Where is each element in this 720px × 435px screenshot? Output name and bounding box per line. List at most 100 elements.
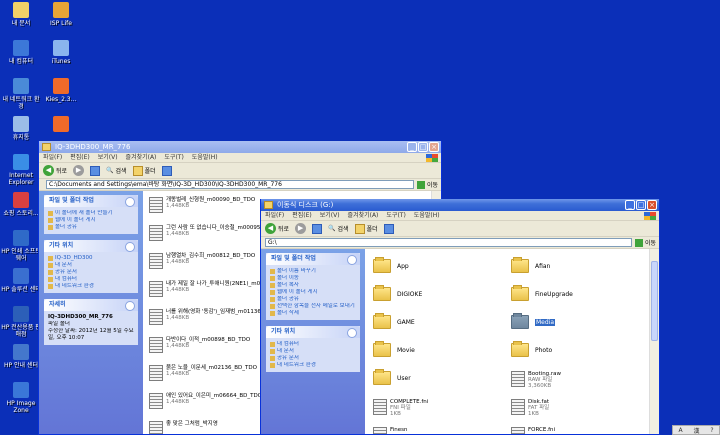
panel-title[interactable]: 파일 및 폴더 작업 <box>266 253 360 265</box>
language-bar[interactable]: A 漢 ? <box>672 425 720 435</box>
task-link[interactable]: 내 문서 <box>48 262 134 269</box>
menu-item[interactable]: 파일(F) <box>265 211 284 220</box>
file-item[interactable]: 애인 있어요_이은미_m06664_BD_TDO 1,448KB <box>149 393 262 409</box>
file-item[interactable]: 다반이다_이적_m00898_BD_TDO 1,448KB <box>149 337 250 353</box>
desktop-icon[interactable]: 내 문서 <box>0 2 42 27</box>
desktop-icon[interactable]: iTunes <box>40 40 82 65</box>
folder-item[interactable]: Afian <box>511 257 550 273</box>
up-folder-icon[interactable] <box>90 165 101 176</box>
folder-item[interactable]: DIGIOKE <box>373 285 422 301</box>
maximize-button[interactable]: □ <box>636 200 646 210</box>
minimize-button[interactable]: _ <box>625 200 635 210</box>
file-item[interactable]: Disk.fat FAT 파일 1KB <box>511 399 549 417</box>
folder-item[interactable]: App <box>373 257 409 273</box>
desktop-icon[interactable]: HP 전산용품 판매점 <box>0 306 42 338</box>
desktop-icon[interactable]: Internet Explorer <box>0 154 42 186</box>
go-button[interactable]: 이동 <box>416 180 441 189</box>
task-link[interactable]: 내 컴퓨터 <box>48 276 134 283</box>
back-button[interactable]: ◀ 뒤로 <box>265 223 289 234</box>
menu-item[interactable]: 도구(T) <box>164 153 183 162</box>
menu-item[interactable]: 보기(V) <box>98 153 118 162</box>
menu-item[interactable]: 즐겨찾기(A) <box>348 211 379 220</box>
menu-item[interactable]: 파일(F) <box>43 153 62 162</box>
task-link[interactable]: 내 문서 <box>270 348 356 355</box>
task-link[interactable]: 공유 문서 <box>270 355 356 362</box>
title-bar[interactable]: IQ-3DHD300_MR_776 _ □ × <box>39 141 441 153</box>
file-item[interactable]: Booting.raw RAW 파일 3,360KB <box>511 371 561 389</box>
task-link[interactable]: 선택한 항목을 전자 메일로 보내기 <box>270 303 356 310</box>
views-icon[interactable] <box>383 223 394 234</box>
desktop-icon[interactable]: HP 인쇄 소프트웨어 <box>0 230 42 262</box>
folder-item[interactable]: FineUpgrade <box>511 285 573 301</box>
task-link[interactable]: 공유 문서 <box>48 269 134 276</box>
address-input[interactable]: G:\ <box>265 238 632 247</box>
menu-item[interactable]: 도움말(H) <box>414 211 440 220</box>
task-link[interactable]: 내 컴퓨터 <box>270 341 356 348</box>
folder-item[interactable]: Movie <box>373 341 415 357</box>
minimize-button[interactable]: _ <box>407 142 417 152</box>
close-button[interactable]: × <box>647 200 657 210</box>
task-link[interactable]: 폴더 삭제 <box>270 310 356 317</box>
title-bar[interactable]: 이동식 디스크 (G:) _ □ × <box>261 199 659 211</box>
input-mode-a[interactable]: A <box>678 427 682 434</box>
panel-title[interactable]: 자세히 <box>44 299 138 311</box>
menu-item[interactable]: 도구(T) <box>386 211 405 220</box>
folder-item[interactable]: User <box>373 369 411 385</box>
close-button[interactable]: × <box>429 142 439 152</box>
panel-title[interactable]: 파일 및 폴더 작업 <box>44 195 138 207</box>
file-item[interactable]: 붉은 노을_이문세_m02136_BD_TDO 1,448KB <box>149 365 257 381</box>
file-item[interactable]: 개똥벌레_신형원_m00090_BD_TDO 1,448KB <box>149 197 255 213</box>
desktop-icon[interactable]: 내 컴퓨터 <box>0 40 42 65</box>
back-button[interactable]: ◀ 뒤로 <box>43 165 67 176</box>
menu-item[interactable]: 도움말(H) <box>192 153 218 162</box>
task-link[interactable]: 웹에 이 폴더 게시 <box>48 217 134 224</box>
desktop-icon[interactable] <box>40 116 82 134</box>
desktop-icon[interactable]: HP 솔루션 센터 <box>0 268 42 293</box>
task-link[interactable]: IQ-3D_HD300 <box>48 255 134 262</box>
file-item[interactable]: COMPLETE.fni FNI 파일 1KB <box>373 399 428 417</box>
task-link[interactable]: 웹에 이 폴더 게시 <box>270 289 356 296</box>
task-link[interactable]: 내 네트워크 환경 <box>270 362 356 369</box>
task-link[interactable]: 폴더 이동 <box>270 275 356 282</box>
folders-button[interactable]: 폴더 <box>132 165 156 176</box>
menu-item[interactable]: 즐겨찾기(A) <box>126 153 157 162</box>
scroll-thumb[interactable] <box>651 261 658 341</box>
task-link[interactable]: 폴더 복사 <box>270 282 356 289</box>
address-input[interactable]: C:\Documents and Settings\ema\바탕 화면\IQ-3… <box>46 180 414 189</box>
desktop-icon[interactable]: HP 안내 센터 <box>0 344 42 369</box>
panel-title[interactable]: 기타 위치 <box>44 240 138 252</box>
forward-button[interactable]: ▶ <box>295 223 307 234</box>
task-link[interactable]: 내 네트워크 환경 <box>48 283 134 290</box>
vertical-scrollbar[interactable] <box>649 249 659 434</box>
up-folder-icon[interactable] <box>312 223 323 234</box>
views-icon[interactable] <box>161 165 172 176</box>
desktop-icon[interactable]: 내 네트워크 환경 <box>0 78 42 110</box>
task-link[interactable]: 폴더 공유 <box>270 296 356 303</box>
help-icon[interactable]: ? <box>710 427 713 434</box>
folder-item[interactable]: Media <box>511 313 556 329</box>
forward-button[interactable]: ▶ <box>73 165 85 176</box>
desktop-icon[interactable]: Kies_2.3... <box>40 78 82 103</box>
desktop-icon[interactable]: 휴지통 <box>0 116 42 141</box>
file-item[interactable]: FORCE.fni <box>511 427 555 434</box>
task-link[interactable]: 폴더 공유 <box>48 224 134 231</box>
folder-item[interactable]: Photo <box>511 341 552 357</box>
file-item[interactable]: 남행열차_김수희_m00812_BD_TDO 1,448KB <box>149 253 255 269</box>
desktop-icon[interactable]: 쇼핑 스토리... <box>0 192 42 217</box>
task-link[interactable]: 폴더 이름 바꾸기 <box>270 268 356 275</box>
search-button[interactable]: 🔍 검색 <box>106 166 127 175</box>
panel-title[interactable]: 기타 위치 <box>266 326 360 338</box>
search-button[interactable]: 🔍 검색 <box>328 224 349 233</box>
menu-item[interactable]: 편집(E) <box>292 211 312 220</box>
go-button[interactable]: 이동 <box>634 238 659 247</box>
file-item[interactable]: 좋 맞은 그처럼_박지영 <box>149 421 218 434</box>
task-link[interactable]: 이 폴더에 새 폴더 만들기 <box>48 210 134 217</box>
folders-button[interactable]: 폴더 <box>354 223 378 234</box>
file-item[interactable]: Finesn <box>373 427 408 434</box>
menu-item[interactable]: 보기(V) <box>320 211 340 220</box>
desktop-icon[interactable]: ISP Life <box>40 2 82 27</box>
maximize-button[interactable]: □ <box>418 142 428 152</box>
input-mode-hanja[interactable]: 漢 <box>693 426 699 435</box>
desktop-icon[interactable]: HP Image Zone <box>0 382 42 414</box>
menu-item[interactable]: 편집(E) <box>70 153 90 162</box>
